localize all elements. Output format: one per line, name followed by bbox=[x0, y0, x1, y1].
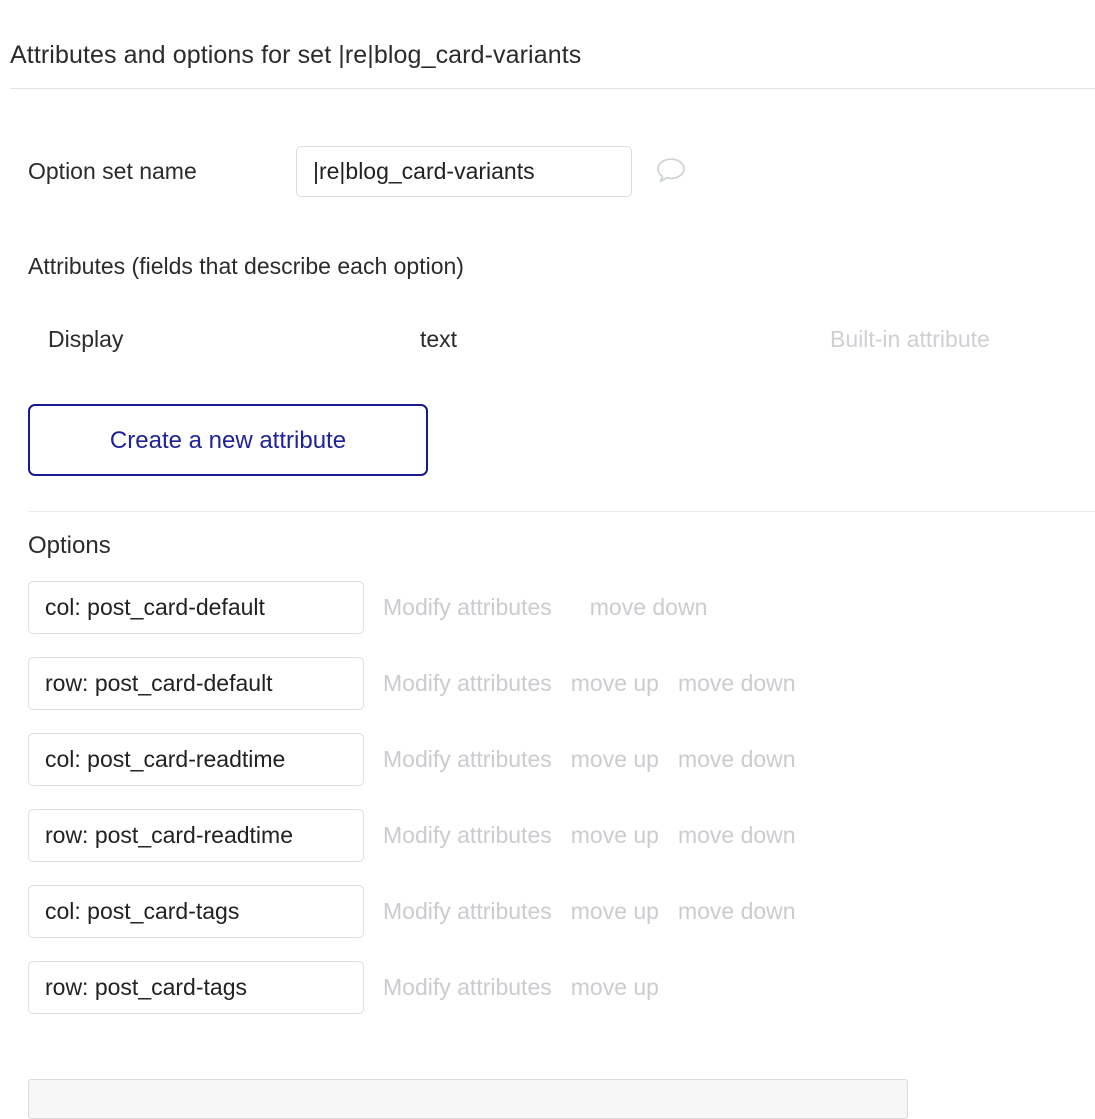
modify-attributes-link[interactable]: Modify attributes bbox=[383, 898, 552, 925]
modify-attributes-link[interactable]: Modify attributes bbox=[383, 746, 552, 773]
modify-attributes-link[interactable]: Modify attributes bbox=[383, 594, 552, 621]
move-down-link[interactable]: move down bbox=[678, 822, 796, 849]
options-list: Modify attributes move down Modify attri… bbox=[28, 581, 1095, 1014]
move-down-link[interactable]: move down bbox=[678, 746, 796, 773]
main-content: Option set name Attributes (fields that … bbox=[0, 145, 1095, 1014]
option-actions: Modify attributes move up move down bbox=[383, 898, 796, 925]
comment-icon[interactable] bbox=[654, 155, 688, 187]
list-item: Modify attributes move up bbox=[28, 961, 1095, 1014]
attribute-note: Built-in attribute bbox=[830, 326, 990, 352]
modify-attributes-link[interactable]: Modify attributes bbox=[383, 670, 552, 697]
option-value-input[interactable] bbox=[28, 581, 364, 634]
option-actions: Modify attributes move up bbox=[383, 974, 678, 1001]
option-actions: Modify attributes move up move down bbox=[383, 746, 796, 773]
move-down-link[interactable]: move down bbox=[678, 898, 796, 925]
move-up-link[interactable]: move up bbox=[571, 822, 659, 849]
list-item: Modify attributes move down bbox=[28, 581, 1095, 634]
option-value-input[interactable] bbox=[28, 885, 364, 938]
options-divider bbox=[28, 511, 1095, 512]
header-divider bbox=[10, 88, 1095, 89]
move-up-link[interactable]: move up bbox=[571, 746, 659, 773]
attribute-type: text bbox=[420, 326, 458, 352]
option-set-name-label: Option set name bbox=[28, 158, 197, 184]
create-new-attribute-button[interactable]: Create a new attribute bbox=[28, 404, 428, 476]
move-up-link[interactable]: move up bbox=[571, 670, 659, 697]
option-actions: Modify attributes move up move down bbox=[383, 822, 796, 849]
attributes-table: Display text Built-in attribute bbox=[28, 326, 1095, 360]
table-row: Display text Built-in attribute bbox=[28, 326, 1095, 360]
option-actions: Modify attributes move down bbox=[383, 594, 707, 621]
option-value-input[interactable] bbox=[28, 809, 364, 862]
option-value-input[interactable] bbox=[28, 657, 364, 710]
list-item: Modify attributes move up move down bbox=[28, 809, 1095, 862]
attributes-heading: Attributes (fields that describe each op… bbox=[28, 253, 464, 279]
option-value-input[interactable] bbox=[28, 961, 364, 1014]
option-value-input[interactable] bbox=[28, 733, 364, 786]
list-item: Modify attributes move up move down bbox=[28, 733, 1095, 786]
modify-attributes-link[interactable]: Modify attributes bbox=[383, 822, 552, 849]
option-actions: Modify attributes move up move down bbox=[383, 670, 796, 697]
page-title: Attributes and options for set |re|blog_… bbox=[10, 41, 582, 69]
modify-attributes-link[interactable]: Modify attributes bbox=[383, 974, 552, 1001]
move-up-link[interactable]: move up bbox=[571, 974, 659, 1001]
bottom-panel bbox=[28, 1079, 908, 1119]
page-header: Attributes and options for set |re|blog_… bbox=[0, 0, 1095, 89]
option-set-name-input[interactable] bbox=[296, 145, 632, 197]
move-down-link[interactable]: move down bbox=[590, 594, 708, 621]
list-item: Modify attributes move up move down bbox=[28, 657, 1095, 710]
attribute-display-name: Display bbox=[48, 326, 124, 352]
move-up-link[interactable]: move up bbox=[571, 898, 659, 925]
list-item: Modify attributes move up move down bbox=[28, 885, 1095, 938]
options-heading: Options bbox=[28, 532, 111, 559]
option-set-name-row: Option set name bbox=[28, 145, 1095, 197]
move-down-link[interactable]: move down bbox=[678, 670, 796, 697]
